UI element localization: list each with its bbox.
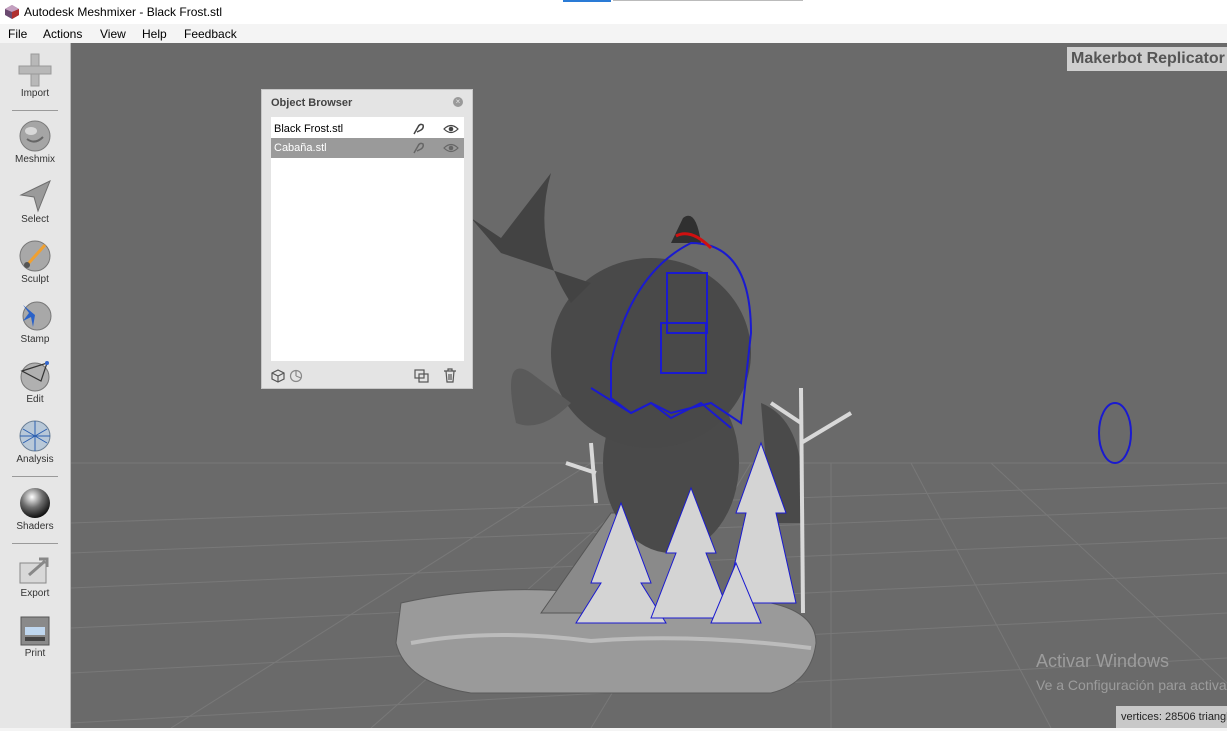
object-browser-panel[interactable]: Object Browser × Black Frost.stl Cabaña.… [261, 89, 473, 389]
tab-indicator [563, 0, 611, 2]
3d-viewport[interactable]: Makerbot Replicator Activar Windows Ve a… [71, 43, 1227, 728]
trash-icon[interactable] [443, 368, 457, 383]
tool-label: Stamp [20, 334, 50, 345]
toolbar-divider [12, 543, 58, 544]
meshmixer-logo-icon [5, 5, 19, 19]
analysis-icon [19, 420, 51, 452]
tool-print[interactable]: Print [0, 613, 70, 671]
tool-shaders[interactable]: Shaders [0, 486, 70, 544]
tool-select[interactable]: Select [0, 179, 70, 237]
toolbar-divider [12, 476, 58, 477]
object-name: Cabaña.stl [274, 142, 327, 154]
object-list: Black Frost.stl Cabaña.stl [271, 117, 464, 361]
magnet-icon[interactable] [411, 122, 425, 136]
menu-file[interactable]: File [8, 27, 27, 41]
object-browser-footer [262, 367, 472, 387]
eye-icon[interactable] [443, 143, 459, 153]
windows-activation-title: Activar Windows [1036, 651, 1170, 671]
tool-label: Select [21, 214, 49, 225]
tool-label: Print [24, 648, 46, 659]
stamp-icon [22, 301, 52, 331]
mesh-stats: vertices: 28506 triangles [1116, 706, 1227, 728]
tool-meshmix[interactable]: Meshmix [0, 119, 70, 177]
tool-edit[interactable]: Edit [0, 359, 70, 417]
title-bar: Autodesk Meshmixer - Black Frost.stl [0, 0, 1227, 24]
toolbar-divider [12, 110, 58, 111]
tool-label: Edit [26, 394, 44, 405]
menu-bar: File Actions View Help Feedback [0, 24, 1227, 43]
scene-render [71, 173, 1227, 728]
cube-icon[interactable] [271, 369, 285, 383]
close-icon[interactable]: × [453, 97, 463, 107]
edit-icon [20, 361, 50, 392]
eye-icon[interactable] [443, 124, 459, 134]
tool-label: Sculpt [21, 274, 49, 285]
sculpt-brush-icon [19, 240, 51, 272]
tool-label: Import [20, 88, 50, 99]
meshmix-icon [19, 120, 51, 152]
tool-label: Shaders [16, 521, 54, 532]
tool-sculpt[interactable]: Sculpt [0, 239, 70, 297]
magnet-icon[interactable] [411, 141, 425, 155]
select-arrow-icon [19, 179, 51, 213]
plus-icon [18, 53, 52, 87]
menu-actions[interactable]: Actions [43, 27, 82, 41]
tool-label: Meshmix [14, 154, 55, 165]
menu-view[interactable]: View [100, 27, 126, 41]
tool-label: Analysis [16, 454, 54, 465]
object-row-selected[interactable]: Cabaña.stl [271, 138, 464, 158]
tool-import[interactable]: Import [0, 53, 70, 111]
tool-export[interactable]: Export [0, 553, 70, 611]
tool-stamp[interactable]: Stamp [0, 299, 70, 357]
duplicate-icon[interactable] [414, 369, 430, 383]
tab-indicator-line [613, 0, 803, 1]
print-icon [20, 616, 50, 646]
pie-icon[interactable] [289, 369, 303, 383]
export-icon [19, 557, 49, 584]
windows-activation-subtitle: Ve a Configuración para activar Windows. [1036, 677, 1227, 693]
menu-help[interactable]: Help [142, 27, 167, 41]
menu-feedback[interactable]: Feedback [184, 27, 237, 41]
object-browser-title: Object Browser [271, 97, 353, 109]
object-name: Black Frost.stl [274, 123, 344, 135]
shaders-sphere-icon [20, 488, 50, 518]
left-toolbar: Import Meshmix Select Sculpt Stamp Edit … [0, 43, 71, 731]
printer-label[interactable]: Makerbot Replicator [1067, 47, 1227, 71]
object-row[interactable]: Black Frost.stl [271, 119, 464, 139]
window-title: Autodesk Meshmixer - Black Frost.stl [24, 5, 223, 19]
tool-analysis[interactable]: Analysis [0, 419, 70, 477]
tool-label: Export [20, 588, 50, 599]
